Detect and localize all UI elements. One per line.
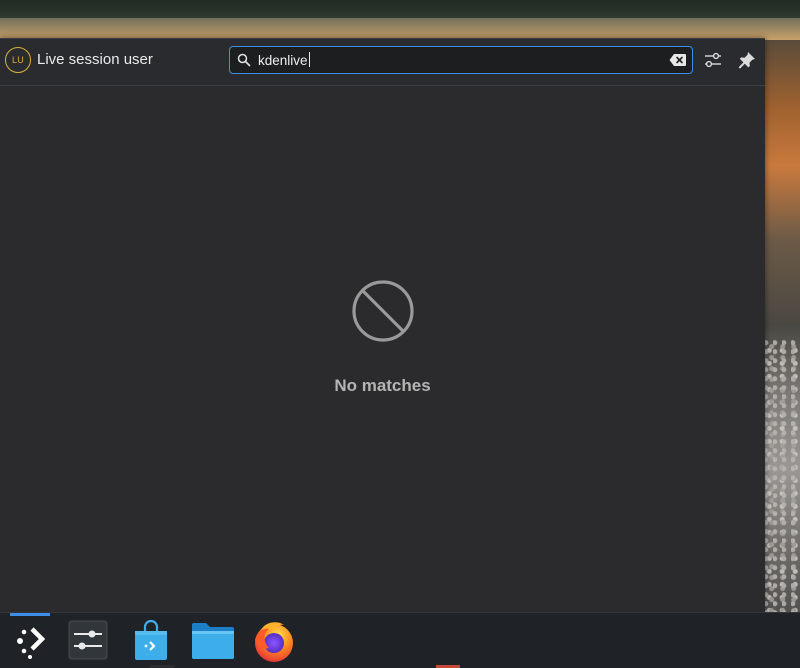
taskbar-item-firefox[interactable]	[250, 613, 298, 668]
store-bag-icon	[135, 619, 167, 660]
folder-icon	[192, 623, 234, 659]
search-field[interactable]: kdenlive	[229, 46, 693, 74]
sliders-icon	[68, 620, 108, 660]
wallpaper-treeline	[0, 0, 800, 18]
no-matches-label: No matches	[334, 376, 431, 395]
taskbar-item-dolphin[interactable]	[188, 613, 236, 668]
search-icon	[237, 53, 251, 67]
text-caret	[308, 52, 310, 67]
taskbar-item-discover[interactable]	[128, 613, 172, 668]
no-results-state: No matches	[0, 279, 765, 396]
taskbar	[0, 612, 800, 668]
user-avatar[interactable]: LU	[5, 47, 31, 73]
launcher-header: LU Live session user kdenlive	[0, 39, 765, 86]
taskbar-item-launcher[interactable]	[8, 613, 52, 668]
application-launcher-panel: LU Live session user kdenlive No matches	[0, 38, 765, 613]
firefox-icon	[255, 622, 293, 662]
kde-launcher-icon	[17, 627, 46, 659]
wallpaper-pebbles	[764, 340, 800, 612]
search-input[interactable]: kdenlive	[258, 52, 310, 68]
taskbar-item-system-settings[interactable]	[66, 613, 110, 668]
no-entry-icon	[351, 280, 414, 342]
backspace-clear-icon[interactable]	[669, 53, 687, 67]
sliders-config-icon[interactable]	[703, 50, 723, 70]
search-query: kdenlive	[258, 53, 308, 68]
pin-icon[interactable]	[737, 50, 757, 70]
user-name: Live session user	[37, 51, 153, 68]
